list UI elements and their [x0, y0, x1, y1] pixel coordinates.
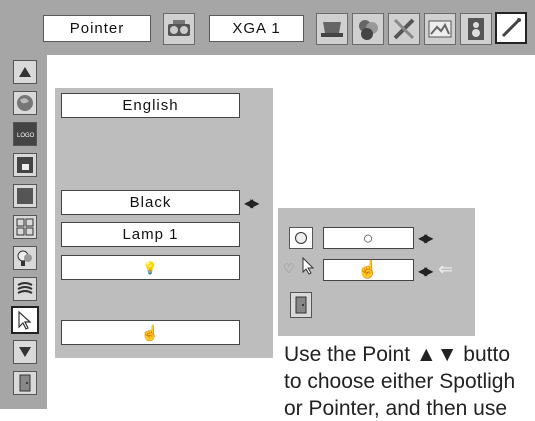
hand-pointer-icon: ☝: [140, 324, 161, 342]
background-field[interactable]: Black: [61, 190, 240, 215]
pointer-style-field[interactable]: ☝: [323, 259, 414, 281]
background-adjust-arrows[interactable]: ◀▶: [244, 196, 260, 210]
lamp-field[interactable]: Lamp 1: [61, 222, 240, 247]
language-field[interactable]: English: [61, 93, 240, 118]
speaker-icon[interactable]: [460, 13, 492, 45]
spotlight-option-icon[interactable]: [289, 227, 313, 249]
arrow-cursor-icon: [301, 256, 315, 280]
globe-icon[interactable]: [13, 91, 37, 115]
return-arrow-icon: ⇐: [438, 259, 454, 279]
bulb-icon: 💡: [142, 260, 159, 275]
screen-icon[interactable]: [13, 153, 37, 177]
display-icon[interactable]: [316, 13, 348, 45]
tools-icon[interactable]: [388, 13, 420, 45]
image-icon[interactable]: [424, 13, 456, 45]
pointer-style-arrows[interactable]: ◀▶: [418, 264, 434, 278]
up-arrow-icon[interactable]: [13, 60, 37, 84]
exit-door-icon[interactable]: [290, 292, 312, 318]
spotlight-symbol: ○: [362, 227, 375, 248]
resolution-indicator: XGA 1: [209, 15, 304, 42]
display-layout-icon[interactable]: [13, 215, 37, 239]
background-icon[interactable]: [13, 184, 37, 208]
caption-line-2: to choose either Spotligh: [284, 370, 516, 393]
down-arrow-icon[interactable]: [13, 340, 37, 364]
caption-line-3: or Pointer, and then use: [284, 397, 507, 420]
pointer-field[interactable]: ☝: [61, 320, 240, 345]
lamp-status-field[interactable]: 💡: [61, 255, 240, 280]
exit-icon[interactable]: [13, 371, 37, 395]
logo-icon[interactable]: LOGO: [13, 122, 37, 146]
lamp-icon[interactable]: [13, 246, 37, 270]
svg-text:LOGO: LOGO: [17, 133, 34, 139]
remote-icon[interactable]: [13, 277, 37, 301]
caption-line-1: Use the Point ▲▼ butto: [284, 343, 511, 366]
mode-indicator: Pointer: [43, 15, 151, 42]
pointer-setting-icon[interactable]: [495, 12, 527, 44]
spotlight-field[interactable]: ○: [323, 227, 414, 249]
hand-icon: ☝: [357, 260, 380, 279]
spotlight-adjust-arrows[interactable]: ◀▶: [418, 231, 434, 245]
color-icon[interactable]: [352, 13, 384, 45]
pointer-icon[interactable]: [11, 306, 39, 334]
heart-icon: ♡: [283, 261, 295, 276]
projector-icon[interactable]: [163, 13, 195, 45]
